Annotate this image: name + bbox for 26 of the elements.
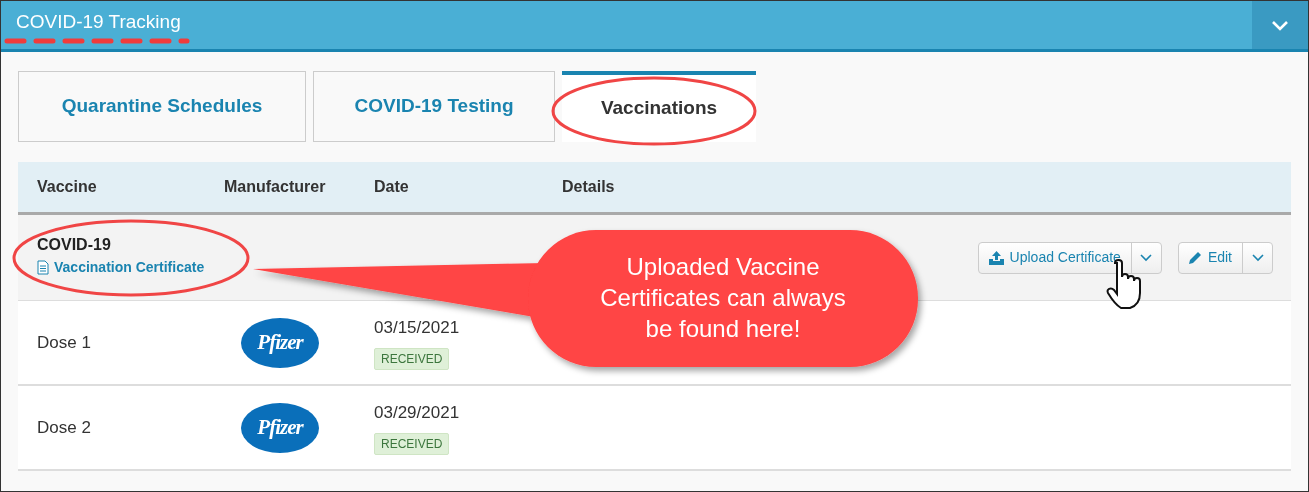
dose-label: Dose 1 [37,331,92,354]
manufacturer-logo: Pfizer [241,402,319,453]
column-header: Manufacturer [224,177,327,197]
collapse-button[interactable] [1252,1,1308,49]
document-icon [37,260,49,275]
callout-text: Uploaded Vaccine Certificates can always be found here! [599,252,847,344]
chevron-icon [1271,19,1289,31]
column-header: Details [562,177,616,197]
caret-icon [1140,253,1153,262]
manufacturer-logo: Pfizer [241,317,319,368]
pencil-icon [1188,251,1202,264]
date-text: 03/15/2021 [374,317,461,339]
status-badge: RECEIVED [374,347,450,370]
status-badge: RECEIVED [374,432,450,455]
tab[interactable]: Quarantine Schedules [18,71,306,142]
dose-label: Dose 2 [37,416,92,439]
tab[interactable]: Vaccinations [562,71,756,142]
date-text: 03/29/2021 [374,402,461,424]
certificate-link[interactable]: Vaccination Certificate [37,257,205,278]
caret-icon [1251,253,1264,262]
column-header: Date [374,177,410,197]
column-header: Vaccine [37,177,98,197]
vaccine-name: COVID-19 [37,235,112,255]
window-title: COVID-19 Tracking [16,11,181,34]
upload-icon [988,250,1004,265]
tab[interactable]: COVID-19 Testing [313,71,555,142]
